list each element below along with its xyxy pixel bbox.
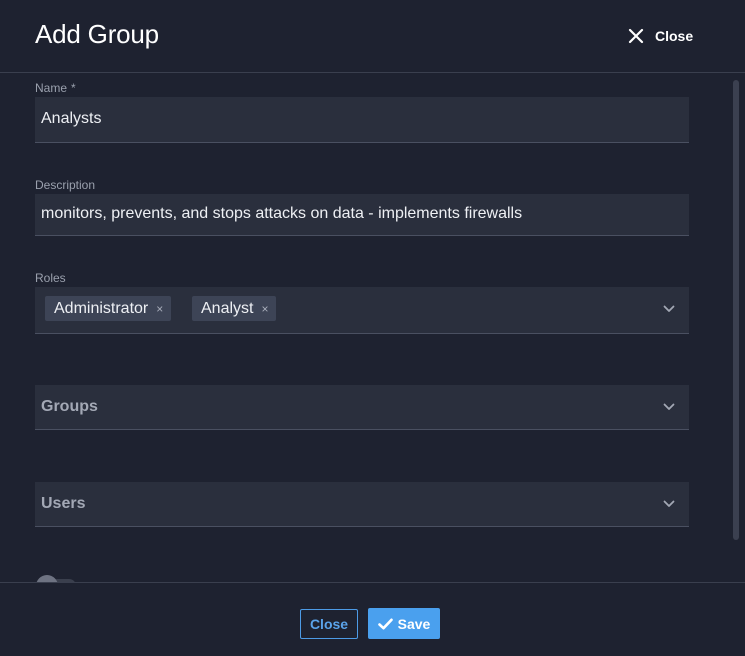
groups-placeholder: Groups (41, 398, 98, 415)
role-tag-analyst: Analyst × (192, 296, 277, 321)
name-label: Name * (35, 81, 76, 95)
role-tag-label: Analyst (201, 299, 254, 317)
dialog-footer: Close Save (0, 582, 745, 656)
description-input[interactable]: monitors, prevents, and stops attacks on… (35, 194, 689, 236)
required-marker: * (71, 81, 76, 95)
save-label: Save (397, 615, 431, 632)
chevron-down-icon[interactable] (663, 305, 675, 313)
save-button[interactable]: Save (368, 608, 440, 639)
dialog-header: Add Group Close (0, 0, 745, 73)
description-input-value: monitors, prevents, and stops attacks on… (41, 205, 523, 222)
description-label: Description (35, 178, 96, 192)
role-tag-label: Administrator (54, 299, 149, 317)
remove-tag-icon[interactable]: × (261, 302, 268, 316)
name-input[interactable]: Analysts (35, 97, 689, 143)
dialog-title: Add Group (35, 19, 159, 49)
roles-label: Roles (35, 271, 66, 285)
toggle-knob[interactable] (36, 575, 58, 582)
users-placeholder: Users (41, 495, 86, 512)
check-icon (377, 618, 393, 629)
close-icon (628, 28, 644, 44)
chevron-down-icon[interactable] (663, 500, 675, 508)
name-label-text: Name (35, 81, 68, 95)
header-close-button[interactable]: Close (627, 26, 693, 46)
users-select[interactable]: Users (35, 482, 689, 527)
name-input-value: Analysts (41, 110, 102, 127)
dialog-body: Name * Analysts Description monitors, pre… (0, 74, 745, 582)
chevron-down-icon[interactable] (663, 403, 675, 411)
roles-select[interactable]: Administrator × Analyst × (35, 287, 689, 334)
groups-select[interactable]: Groups (35, 385, 689, 430)
header-close-label: Close (655, 28, 694, 44)
cancel-button[interactable]: Close (300, 609, 358, 639)
remove-tag-icon[interactable]: × (156, 302, 163, 316)
scrollbar[interactable] (733, 80, 739, 540)
role-tag-administrator: Administrator × (45, 296, 172, 321)
